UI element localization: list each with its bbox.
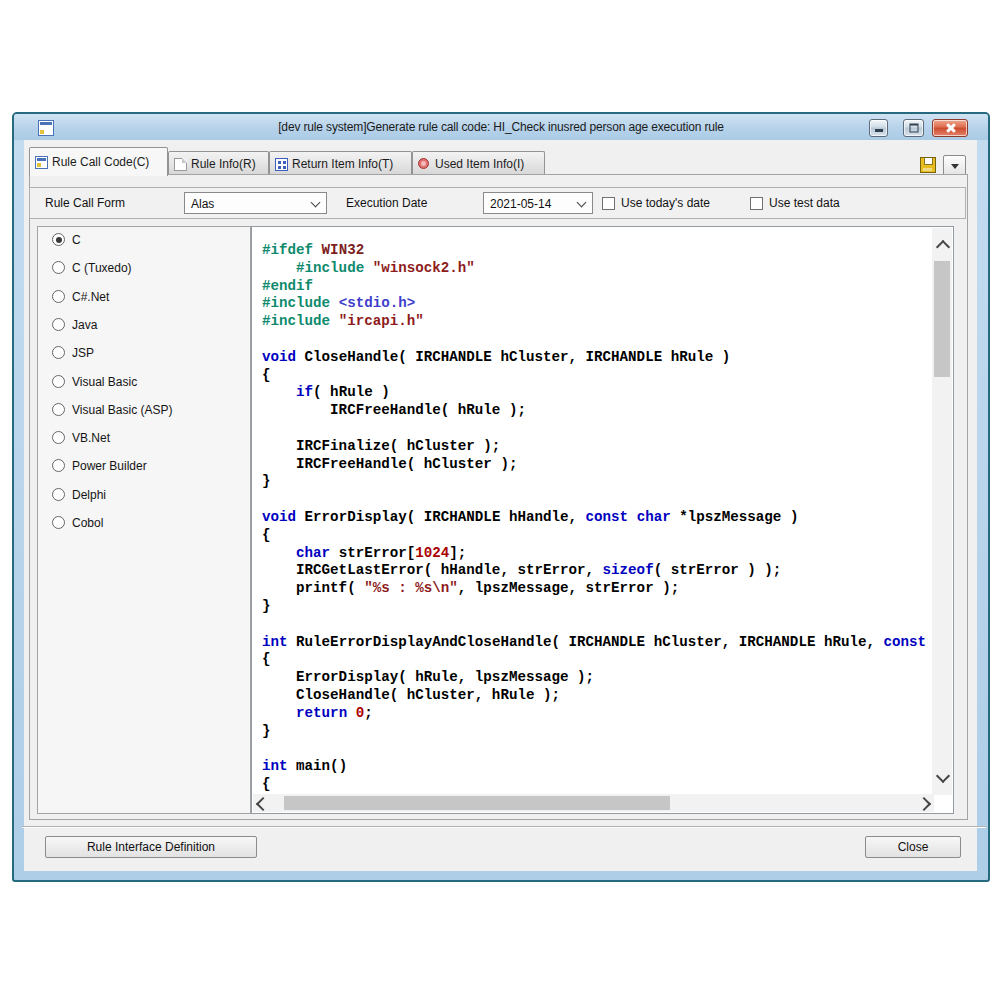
rule-interface-definition-button[interactable]: Rule Interface Definition [45,836,257,858]
radio-button-icon[interactable] [52,488,65,501]
use-test-data-checkbox[interactable] [750,197,763,210]
scroll-left-icon[interactable] [256,797,270,811]
radio-button-icon[interactable] [52,346,65,359]
rule-call-form-value: Alas [191,197,214,211]
radio-button-icon[interactable] [52,431,65,444]
horizontal-scrollbar[interactable] [253,794,934,812]
language-label: Delphi [72,488,106,502]
execution-date-select[interactable]: 2021-05-14 [483,192,593,214]
rule-call-form-label: Rule Call Form [45,196,125,210]
scroll-down-icon[interactable] [936,769,950,783]
save-icon[interactable] [920,157,936,173]
radio-button-icon[interactable] [52,459,65,472]
tab-label: Used Item Info(I) [435,157,524,171]
tab-label: Rule Call Code(C) [52,155,149,169]
language-label: C (Tuxedo) [72,261,132,275]
page-icon [174,158,187,171]
language-label: C [72,233,81,247]
language-label: VB.Net [72,431,110,445]
language-label: Cobol [72,516,103,530]
language-label: Visual Basic (ASP) [72,403,172,417]
language-list: C C (Tuxedo) C#.Net Java JSP Visual Basic Visu… [37,226,251,814]
tab-return-item-info[interactable]: Return Item Info(T) [269,151,412,176]
code-content: #ifdef WIN32 #include "winsock2.h"#endif… [262,242,926,794]
language-label: Power Builder [72,459,147,473]
grid-icon [275,158,288,171]
language-label: JSP [72,346,94,360]
rule-call-form-select[interactable]: Alas [184,192,327,214]
radio-button-icon[interactable] [52,233,65,246]
vertical-scrollbar[interactable] [932,228,952,795]
horizontal-scroll-thumb[interactable] [284,796,670,810]
tab-rule-call-code[interactable]: Rule Call Code(C) [29,147,168,176]
radio-button-icon[interactable] [52,261,65,274]
language-label: Visual Basic [72,375,137,389]
use-todays-date-label: Use today's date [621,196,710,210]
use-test-data-label: Use test data [769,196,840,210]
title-bar[interactable]: [dev rule system]Generate rule call code… [14,114,988,140]
execution-date-value: 2021-05-14 [490,197,551,211]
radio-button-icon[interactable] [52,318,65,331]
scroll-right-icon[interactable] [917,797,931,811]
tab-used-item-info[interactable]: Used Item Info(I) [412,151,545,176]
language-label: C#.Net [72,290,109,304]
code-tab-icon [35,156,48,169]
tab-label: Rule Info(R) [191,157,256,171]
radio-button-icon[interactable] [52,516,65,529]
radio-button-icon[interactable] [52,403,65,416]
close-window-button[interactable] [932,119,968,137]
language-label: Java [72,318,97,332]
tab-label: Return Item Info(T) [292,157,393,171]
scroll-up-icon[interactable] [936,240,950,254]
close-button[interactable]: Close [865,836,961,858]
window-title: [dev rule system]Generate rule call code… [14,120,988,134]
chevron-down-icon [577,198,587,208]
dropdown-arrow-button[interactable] [943,155,966,176]
tab-rule-info[interactable]: Rule Info(R) [168,151,269,176]
maximize-button[interactable] [903,119,924,137]
code-panel[interactable]: #ifdef WIN32 #include "winsock2.h"#endif… [251,226,954,814]
use-todays-date-checkbox[interactable] [602,197,615,210]
chevron-down-icon [311,198,321,208]
record-icon [418,158,429,169]
vertical-scroll-thumb[interactable] [934,261,950,377]
radio-button-icon[interactable] [52,290,65,303]
screenshot-page: [dev rule system]Generate rule call code… [0,0,1000,1000]
minimize-button[interactable] [869,119,888,137]
radio-button-icon[interactable] [52,375,65,388]
footer-divider [22,826,986,828]
execution-date-label: Execution Date [346,196,427,210]
